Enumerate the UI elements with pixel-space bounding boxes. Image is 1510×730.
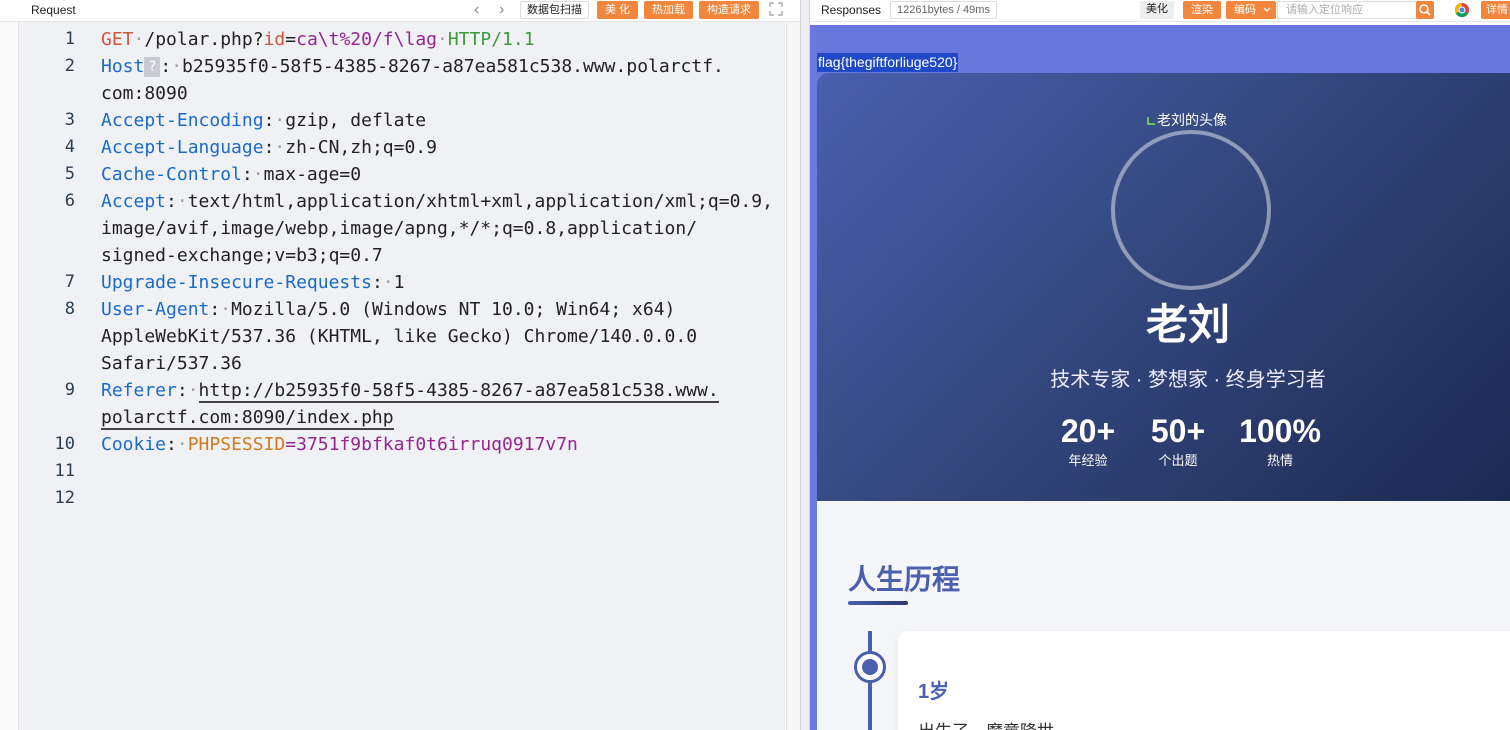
header-value: 1 <box>393 272 405 293</box>
referer-link[interactable]: polarctf.com:8090/index.php <box>101 407 394 430</box>
line-number: 5 <box>64 164 75 184</box>
left-gutter-strip <box>0 22 18 730</box>
request-title: Request <box>31 3 76 17</box>
editor-scrollbar[interactable] <box>786 22 800 730</box>
request-toolbar: Request ‹ › 数据包扫描 美 化 热加载 构造请求 <box>0 0 800 22</box>
stat-passion: 100% 热情 <box>1235 411 1325 471</box>
header-value: max-age=0 <box>263 164 362 185</box>
line-number: 4 <box>64 137 75 157</box>
avatar-alt-text: 老刘的头像 <box>1147 110 1227 130</box>
stat-value: 50+ <box>1150 413 1206 449</box>
search-button[interactable] <box>1416 1 1434 19</box>
timeline-text: 出生了，魔童降世 <box>918 717 1054 730</box>
header-name: Upgrade-Insecure-Requests <box>101 272 372 293</box>
encoding-dropdown[interactable]: 编码 <box>1226 1 1276 19</box>
timeline-dot-icon <box>854 651 886 683</box>
header-value: Safari/537.36 <box>101 353 242 374</box>
timeline-age: 1岁 <box>918 681 950 703</box>
header-value: zh-CN,zh;q=0.9 <box>285 137 437 158</box>
line-number: 12 <box>54 488 75 508</box>
detail-button[interactable]: 详情 <box>1481 1 1510 19</box>
http-method: GET <box>101 29 134 50</box>
encoding-label: 编码 <box>1234 4 1256 16</box>
header-value: Mozilla/5.0 (Windows NT 10.0; Win64; x64… <box>231 299 676 320</box>
line-number: 10 <box>54 434 75 454</box>
avatar-alt-label: 老刘的头像 <box>1157 112 1227 128</box>
question-icon[interactable]: ? <box>144 57 161 77</box>
header-value: b25935f0-58f5-4385-8267-a87ea581c538.www… <box>182 56 724 77</box>
stat-experience: 20+ 年经验 <box>1053 411 1123 471</box>
cookie-eq: = <box>285 434 297 455</box>
build-request-button[interactable]: 构造请求 <box>699 1 759 19</box>
stat-problems: 50+ 个出题 <box>1143 411 1213 471</box>
referer-link[interactable]: http://b25935f0-58f5-4385-8267-a87ea581c… <box>198 380 719 403</box>
response-toolbar: Responses 12261bytes / 49ms 美化 渲染 编码 请输入… <box>810 0 1510 22</box>
header-name: Accept-Language <box>101 137 264 158</box>
rendered-response: flag{thegiftforliuge520} 老刘的头像 老刘 技术专家 ·… <box>810 25 1510 730</box>
query-param-name: id <box>263 29 286 50</box>
header-name: Host <box>101 56 145 77</box>
http-protocol: HTTP/1.1 <box>447 29 535 50</box>
avatar <box>1111 130 1271 290</box>
chrome-icon[interactable] <box>1454 2 1470 18</box>
cookie-key: PHPSESSID <box>187 434 286 455</box>
section-title: 人生历程 <box>848 564 961 595</box>
expand-icon[interactable] <box>769 2 783 16</box>
stat-label: 年经验 <box>1068 453 1108 468</box>
section-underline <box>848 601 908 605</box>
life-journey-section: 人生历程 1岁 出生了，魔童降世 <box>817 501 1510 730</box>
stat-label: 热情 <box>1266 453 1293 468</box>
header-value: com:8090 <box>101 83 188 104</box>
pane-splitter[interactable] <box>800 0 810 730</box>
header-value: text/html,application/xhtml+xml,applicat… <box>187 191 773 212</box>
response-size-badge: 12261bytes / 49ms <box>890 1 997 19</box>
header-name: Accept-Encoding <box>101 110 264 131</box>
line-number: 11 <box>54 461 75 481</box>
stat-label: 个出题 <box>1158 453 1198 468</box>
request-editor[interactable]: 1 GET·/polar.php?id=ca\t%20/f\lag·HTTP/1… <box>18 22 785 730</box>
flag-text: flag{thegiftforliuge520} <box>817 53 959 72</box>
back-arrow-icon[interactable]: ‹ <box>474 1 479 19</box>
broken-image-icon <box>1147 117 1155 126</box>
line-number: 3 <box>64 110 75 130</box>
request-line: GET·/polar.php?id=ca\t%20/f\lag·HTTP/1.1 <box>101 29 535 50</box>
line-number: 2 <box>64 56 75 76</box>
line-number: 8 <box>64 299 75 319</box>
header-name: Cookie <box>101 434 167 455</box>
query-eq: = <box>285 29 297 50</box>
beautify-button[interactable]: 美 化 <box>597 1 639 19</box>
chevron-down-icon <box>1263 7 1271 12</box>
stat-value: 100% <box>1239 413 1321 449</box>
request-pane: Request ‹ › 数据包扫描 美 化 热加载 构造请求 1 GET·/po… <box>0 0 800 730</box>
header-name: User-Agent <box>101 299 210 320</box>
stat-value: 20+ <box>1060 413 1116 449</box>
header-name: Cache-Control <box>101 164 242 185</box>
locate-response-input[interactable]: 请输入定位响应 <box>1277 1 1417 19</box>
header-name: Referer <box>101 380 177 401</box>
search-icon <box>1419 4 1431 16</box>
profile-name: 老刘 <box>1145 301 1230 348</box>
line-number: 6 <box>64 191 75 211</box>
cookie-value: 3751f9bfkaf0t6irruq0917v7n <box>296 434 578 455</box>
packet-scan-button[interactable]: 数据包扫描 <box>520 1 589 19</box>
line-number: 1 <box>64 29 75 49</box>
response-beautify-button[interactable]: 美化 <box>1140 1 1174 19</box>
response-pane: Responses 12261bytes / 49ms 美化 渲染 编码 请输入… <box>810 0 1510 730</box>
request-path: /polar.php? <box>144 29 264 50</box>
header-name: Accept <box>101 191 167 212</box>
response-title: Responses <box>821 3 882 17</box>
hot-load-button[interactable]: 热加载 <box>644 1 693 19</box>
profile-subtitle: 技术专家 · 梦想家 · 终身学习者 <box>1050 369 1326 391</box>
render-button[interactable]: 渲染 <box>1183 1 1221 19</box>
header-value: AppleWebKit/537.36 (KHTML, like Gecko) C… <box>101 326 698 347</box>
line-number: 7 <box>64 272 75 292</box>
line-number: 9 <box>64 380 75 400</box>
timeline-card: 1岁 出生了，魔童降世 <box>898 631 1510 730</box>
profile-hero: 老刘的头像 老刘 技术专家 · 梦想家 · 终身学习者 20+ 年经验 50+ … <box>817 73 1510 501</box>
query-param-value: ca\t%20/f\lag <box>296 29 437 50</box>
forward-arrow-icon[interactable]: › <box>499 1 504 19</box>
header-value: image/avif,image/webp,image/apng,*/*;q=0… <box>101 218 698 239</box>
header-value: signed-exchange;v=b3;q=0.7 <box>101 245 383 266</box>
header-value: gzip, deflate <box>285 110 427 131</box>
